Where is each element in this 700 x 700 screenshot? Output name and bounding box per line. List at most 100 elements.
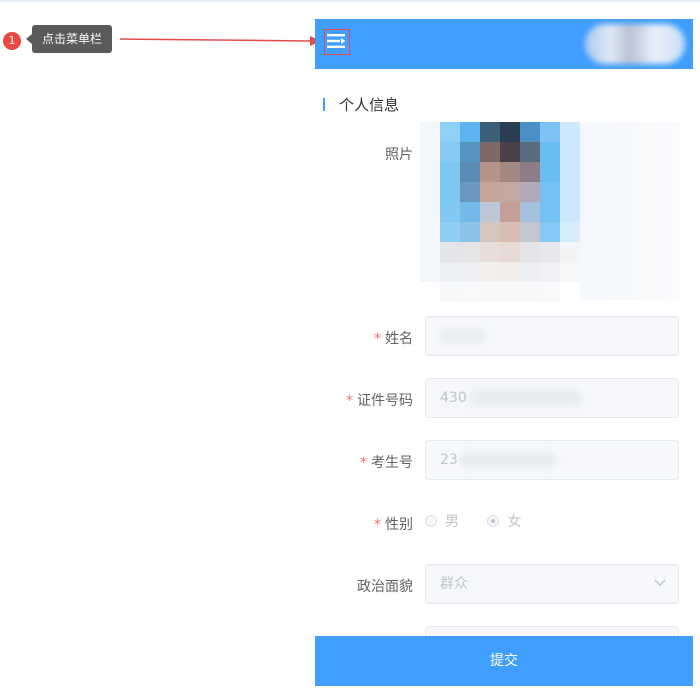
photo-pixel <box>480 162 500 182</box>
gender-option-female[interactable]: 女 <box>487 512 521 532</box>
photo-pixel <box>420 182 440 202</box>
photo-pixel <box>480 242 500 262</box>
photo-pixel <box>480 122 500 142</box>
photo-pixel <box>420 142 440 162</box>
photo-pixel <box>460 202 480 222</box>
photo-pixel <box>500 222 520 242</box>
photo-pixel <box>460 122 480 142</box>
photo-pixel <box>560 122 580 142</box>
photo-pixel <box>460 162 480 182</box>
photo-pixel <box>420 202 440 222</box>
photo-pixel <box>540 142 560 162</box>
photo-pixel <box>540 242 560 262</box>
name-input[interactable] <box>425 316 679 356</box>
annotation-arrow-icon <box>119 36 321 46</box>
photo-pixel <box>540 182 560 202</box>
photo-pixel <box>460 222 480 242</box>
photo-pixel <box>520 182 540 202</box>
chevron-down-icon <box>654 579 666 586</box>
id-label: * 证件号码 <box>346 393 413 409</box>
photo-label: 照片 <box>385 147 413 163</box>
step-badge: 1 <box>3 32 21 50</box>
photo-pixel <box>420 222 440 242</box>
id-number-input[interactable]: 430 <box>425 378 679 418</box>
photo-pixel <box>540 262 560 282</box>
photo-pixel <box>500 282 520 302</box>
photo-pixel <box>460 262 480 282</box>
photo-pixel <box>440 162 460 182</box>
menu-icon <box>327 34 346 48</box>
photo-pixel <box>440 182 460 202</box>
photo-pixel <box>440 142 460 162</box>
user-avatar[interactable] <box>585 24 685 64</box>
exam-number-input[interactable]: 23 <box>425 440 679 480</box>
photo-pixel <box>520 222 540 242</box>
photo-pixel <box>520 142 540 162</box>
photo-pixel <box>560 262 580 282</box>
photo-pixel <box>420 242 440 262</box>
photo-pixel <box>440 282 460 302</box>
politics-label: 政治面貌 <box>357 579 413 595</box>
photo-pixel <box>500 182 520 202</box>
mobile-page: 个人信息 照片 * 姓名 * 证件号码 430 * 考生号 23 * 性别 男 女 政治… <box>315 19 693 700</box>
photo-pixel <box>540 282 560 302</box>
section-title: 个人信息 <box>323 95 399 115</box>
photo-pixel <box>420 262 440 282</box>
photo-pixel <box>560 242 580 262</box>
photo-pixel <box>460 142 480 162</box>
id-photo[interactable] <box>420 122 680 302</box>
exam-label: * 考生号 <box>360 455 413 471</box>
photo-pixel <box>520 162 540 182</box>
photo-pixel <box>560 202 580 222</box>
photo-pixel <box>520 202 540 222</box>
gender-radio-group: 男 女 <box>425 512 545 532</box>
photo-pixel <box>460 242 480 262</box>
photo-pixel <box>560 162 580 182</box>
photo-pixel <box>520 122 540 142</box>
photo-pixel <box>500 162 520 182</box>
photo-pixel <box>480 282 500 302</box>
photo-pixel <box>440 222 460 242</box>
politics-value: 群众 <box>440 576 468 592</box>
gender-option-male[interactable]: 男 <box>425 512 459 532</box>
id-number-value: 430 <box>440 390 467 406</box>
photo-pixel <box>560 182 580 202</box>
photo-pixel <box>560 282 580 302</box>
menu-button[interactable] <box>324 29 350 55</box>
photo-pixel <box>540 162 560 182</box>
photo-pixel <box>420 282 440 302</box>
photo-pixel <box>480 202 500 222</box>
photo-pixel <box>440 262 460 282</box>
photo-pixel <box>420 122 440 142</box>
photo-pixel <box>520 262 540 282</box>
exam-number-value: 23 <box>440 452 458 468</box>
gender-label: * 性别 <box>374 517 413 533</box>
name-label: * 姓名 <box>374 331 413 347</box>
photo-pixel <box>420 162 440 182</box>
submit-button[interactable]: 提交 <box>315 636 693 686</box>
photo-pixel <box>540 202 560 222</box>
photo-pixel <box>480 222 500 242</box>
top-divider <box>0 0 700 2</box>
photo-pixel <box>440 242 460 262</box>
photo-pixel <box>460 282 480 302</box>
photo-pixel <box>560 142 580 162</box>
photo-pixel <box>540 122 560 142</box>
photo-pixel <box>480 182 500 202</box>
politics-select[interactable]: 群众 <box>425 564 679 604</box>
photo-pixel <box>500 202 520 222</box>
photo-pixel <box>460 182 480 202</box>
photo-pixel <box>540 222 560 242</box>
photo-pixel <box>500 262 520 282</box>
photo-pixel <box>500 122 520 142</box>
photo-pixel <box>480 142 500 162</box>
photo-pixel <box>500 242 520 262</box>
photo-pixel <box>520 242 540 262</box>
top-bar <box>315 19 693 69</box>
photo-pixel <box>520 282 540 302</box>
photo-pixel <box>440 122 460 142</box>
photo-pixel <box>440 202 460 222</box>
step-tooltip: 点击菜单栏 <box>25 25 113 53</box>
photo-pixel <box>560 222 580 242</box>
photo-pixel <box>480 262 500 282</box>
